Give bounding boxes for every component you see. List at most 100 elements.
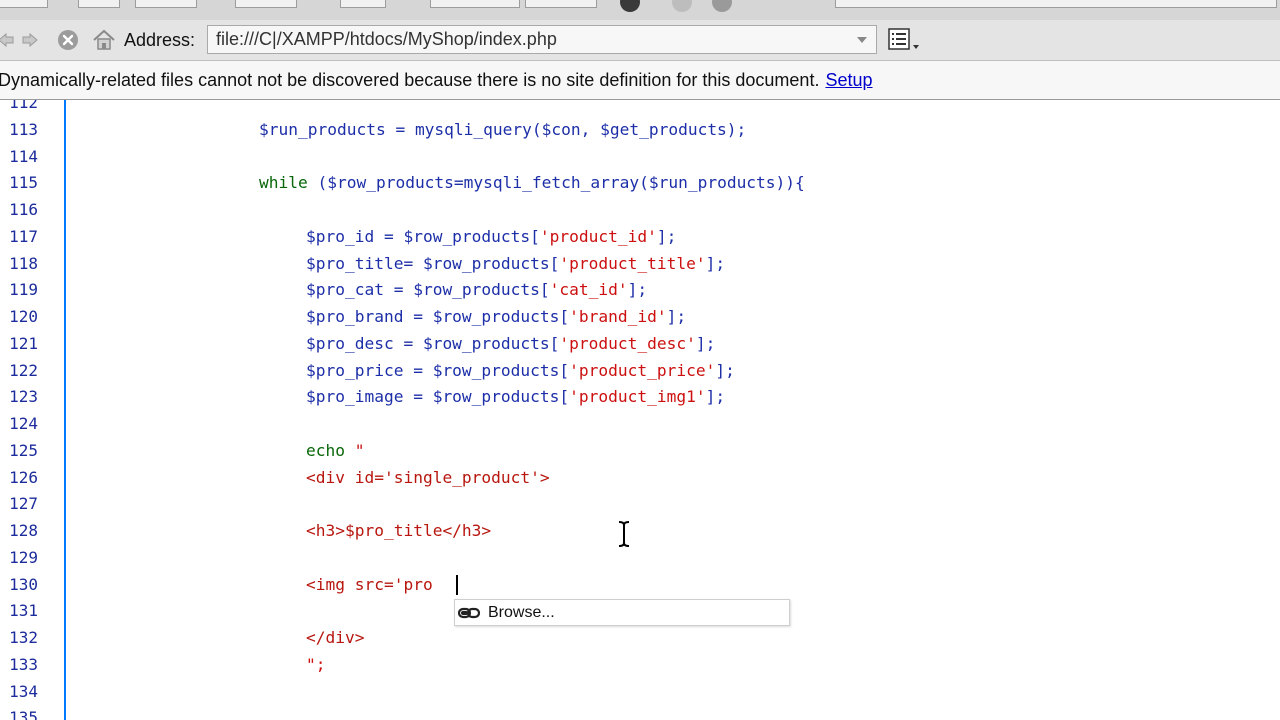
line-number: 115: [9, 173, 38, 193]
line-number: 134: [9, 681, 38, 701]
code-token: ];: [705, 253, 726, 273]
refresh-icon[interactable]: [672, 0, 692, 12]
code-token: $pro_cat = $row_products[: [306, 280, 550, 300]
line-number: 135: [9, 708, 38, 720]
code-token: $pro_price = $row_products[: [306, 360, 570, 380]
code-token: ];: [627, 280, 648, 300]
forward-arrow-icon: [22, 33, 38, 47]
home-icon: [93, 29, 115, 50]
line-number: 132: [9, 628, 38, 647]
line-number: 133: [9, 654, 38, 674]
toolbar-title-field[interactable]: [835, 0, 1277, 8]
line-number-gutter: 112 113 114 115 116 117 118 119 120 121 122 123 124 1…: [0, 100, 64, 720]
code-token: 'brand_id': [569, 307, 667, 326]
code-line: $pro_title= $row_products['product_title…: [306, 253, 726, 273]
code-token: 'product_id': [539, 226, 657, 246]
code-token: 'product_price': [569, 360, 716, 380]
code-token: mysqli_query: [414, 119, 532, 139]
line-number: 112: [9, 100, 38, 112]
toolbar-button[interactable]: [135, 0, 197, 8]
code-token: </div>: [306, 628, 365, 647]
line-number: 124: [9, 414, 38, 433]
browse-hint-label: Browse...: [488, 603, 555, 621]
code-line: $pro_price = $row_products['product_pric…: [306, 360, 735, 380]
line-number: 126: [9, 467, 38, 487]
code-line: $pro_desc = $row_products['product_desc'…: [306, 333, 716, 353]
toolbar-dropdown[interactable]: [340, 0, 386, 8]
debug-icon[interactable]: [620, 0, 640, 12]
options-icon[interactable]: [712, 0, 732, 12]
forward-button[interactable]: [18, 29, 42, 51]
address-label: Address:: [124, 30, 196, 50]
top-toolbar: [0, 0, 1280, 21]
code-token: <div id='single_product'>: [306, 467, 550, 487]
code-token: while: [259, 173, 318, 193]
line-number: 128: [9, 521, 38, 540]
code-token: 'product_title': [559, 253, 706, 273]
code-line: $pro_cat = $row_products['cat_id'];: [306, 281, 647, 299]
link-chain-icon: [458, 606, 482, 620]
code-token: ": [354, 440, 365, 460]
code-line: $pro_image = $row_products['product_img1…: [306, 388, 725, 406]
address-input[interactable]: [207, 25, 877, 54]
info-message: Dynamically-related files cannot not be …: [0, 70, 820, 90]
back-arrow-icon: [0, 33, 14, 47]
code-token: ];: [666, 307, 687, 326]
code-line: <div id='single_product'>: [306, 467, 550, 487]
code-token: ($run_products)){: [639, 173, 805, 193]
code-token: 'product_img1': [569, 387, 706, 407]
line-number: 117: [9, 226, 38, 246]
stop-button[interactable]: [56, 29, 80, 51]
text-caret: [456, 575, 458, 595]
code-token: ];: [715, 360, 735, 380]
code-token: <img src='pro: [306, 574, 433, 594]
line-number: 130: [9, 574, 38, 594]
address-bar: Address:: [0, 20, 1280, 61]
code-token: $pro_desc = $row_products[: [306, 333, 560, 353]
back-button[interactable]: [0, 29, 18, 51]
gutter-accent-bar: [64, 100, 66, 720]
line-number: 123: [9, 387, 38, 407]
setup-link[interactable]: Setup: [825, 70, 872, 90]
line-number: 125: [9, 440, 38, 460]
code-token: $pro_brand = $row_products[: [306, 307, 570, 326]
line-number: 127: [9, 494, 38, 514]
toolbar-button[interactable]: [0, 0, 48, 8]
browse-hint-item[interactable]: Browse...: [456, 601, 788, 624]
toolbar-button[interactable]: [78, 0, 120, 8]
line-number: 120: [9, 307, 38, 326]
code-line: $pro_brand = $row_products['brand_id'];: [306, 308, 686, 326]
toolbar-button[interactable]: [235, 0, 297, 8]
code-token: ($row_products=: [317, 173, 464, 193]
address-dropdown-button[interactable]: [852, 33, 872, 47]
code-line: echo ": [306, 440, 365, 460]
code-line: $pro_id = $row_products['product_id'];: [306, 226, 677, 246]
code-line: ";: [306, 655, 326, 674]
code-token: $pro_title= $row_products[: [306, 253, 560, 273]
code-hint-popup: Browse...: [454, 599, 790, 626]
code-line: <h3>$pro_title</h3>: [306, 522, 491, 540]
home-button[interactable]: [92, 29, 116, 51]
stop-icon: [58, 30, 78, 50]
code-token: ];: [656, 226, 677, 246]
code-line: while ($row_products=mysqli_fetch_array(…: [259, 174, 805, 192]
code-token: ];: [695, 333, 716, 353]
toolbar-button[interactable]: [430, 0, 520, 8]
code-line: <img src='pro: [306, 574, 433, 594]
line-number: 114: [9, 146, 38, 166]
code-token: mysqli_fetch_array: [463, 173, 640, 193]
code-token: 'product_desc': [559, 333, 696, 353]
code-token: $pro_image = $row_products[: [306, 387, 570, 407]
toolbar-button[interactable]: [525, 0, 597, 8]
view-options-button[interactable]: [884, 25, 924, 55]
info-bar: Dynamically-related files cannot not be …: [0, 61, 1280, 100]
code-token: ];: [705, 387, 726, 407]
code-line: </div>: [306, 629, 364, 647]
code-editor[interactable]: 112 113 114 115 116 117 118 119 120 121 122 123 124 1…: [0, 100, 1280, 720]
list-options-icon: [888, 28, 919, 50]
code-token: 'cat_id': [549, 280, 628, 300]
line-number: 119: [9, 280, 38, 300]
line-number: 118: [9, 253, 38, 273]
line-number: 121: [9, 333, 38, 353]
line-number: 131: [9, 601, 38, 621]
